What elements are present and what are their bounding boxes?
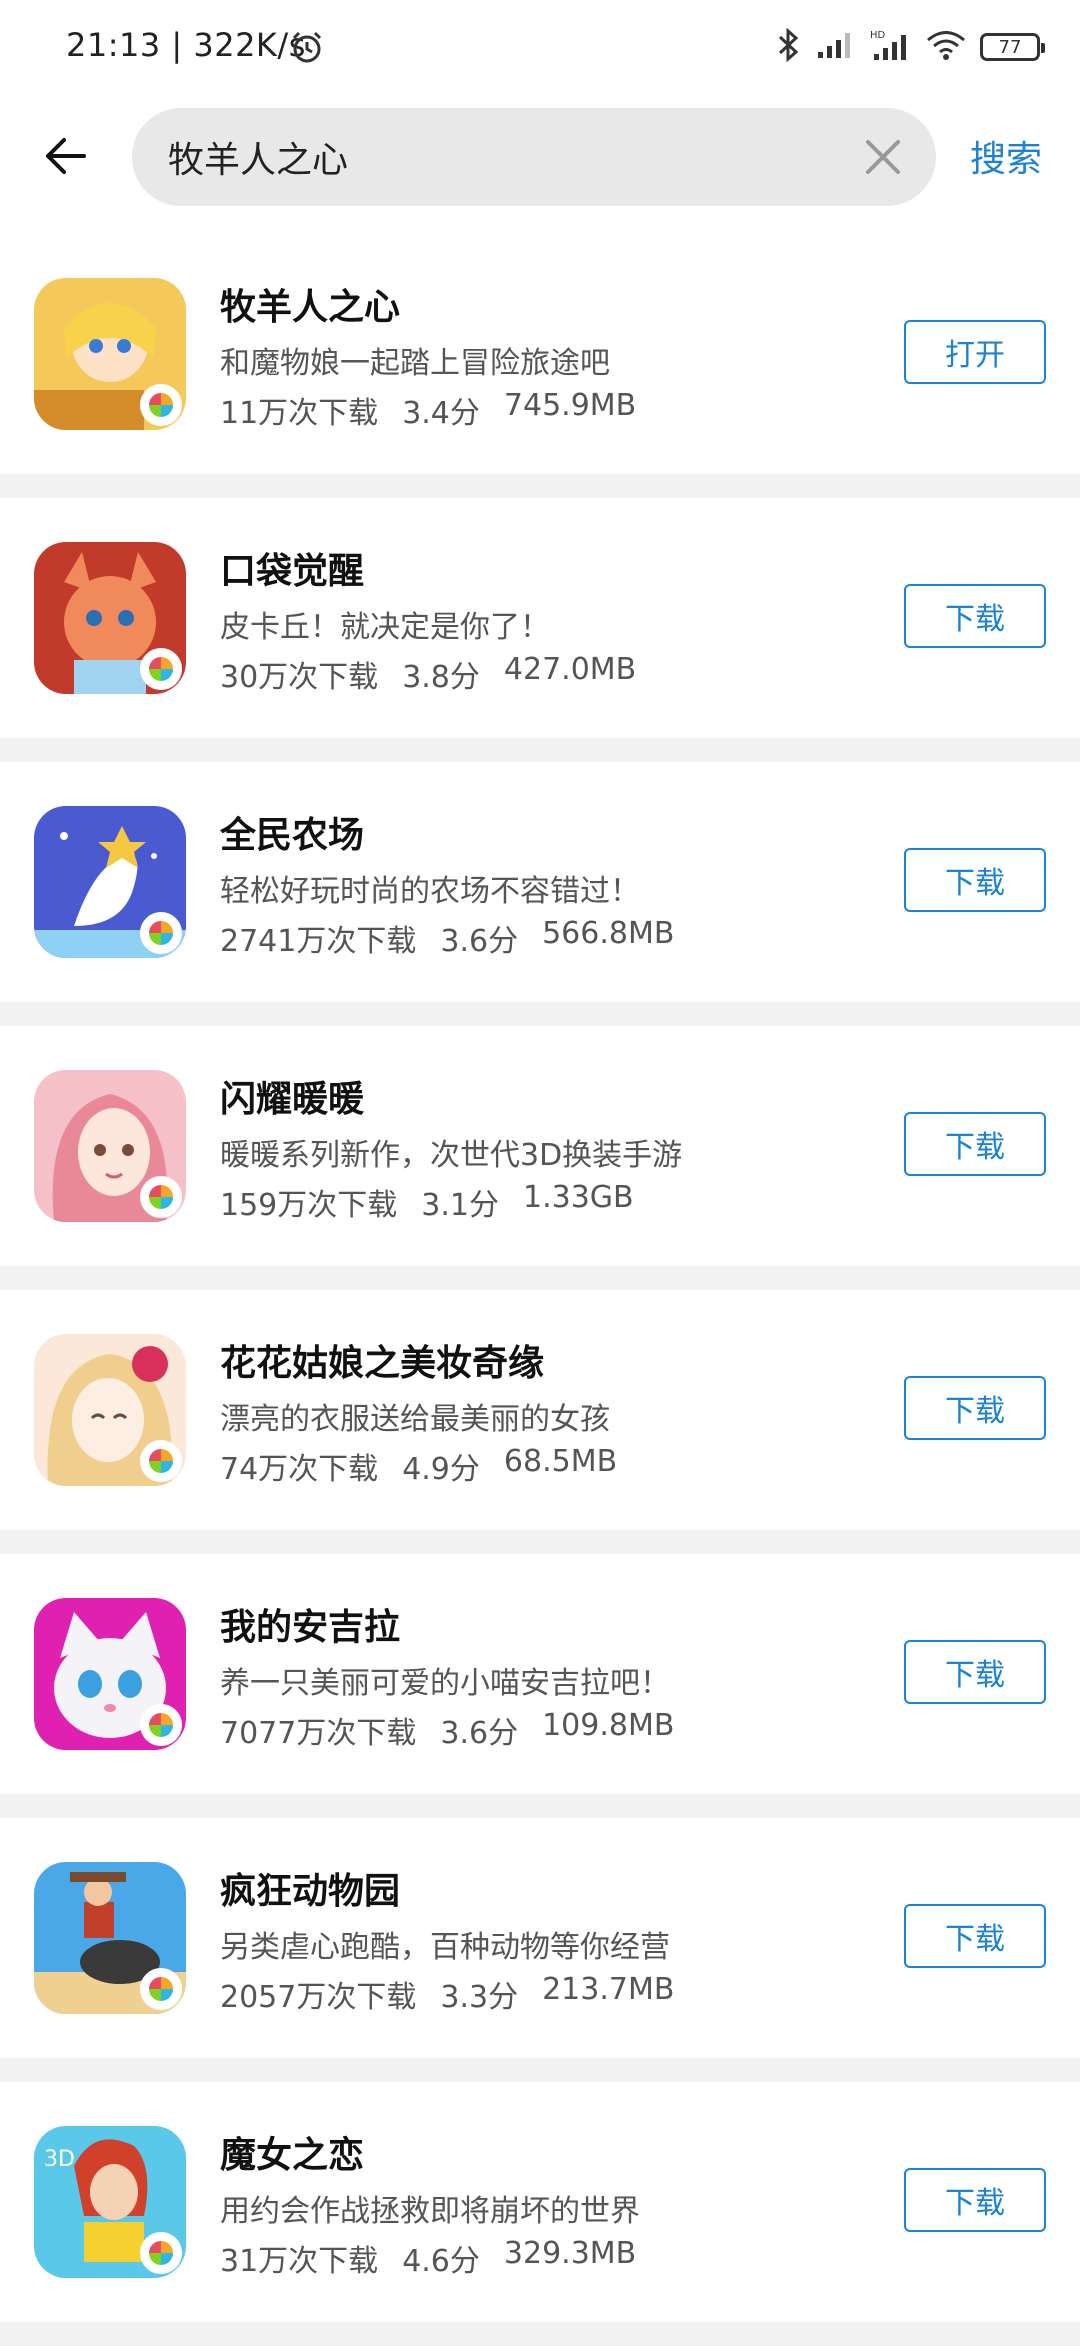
wifi-icon [926, 29, 966, 65]
app-description: 轻松好玩时尚的农场不容错过！ [220, 874, 640, 909]
rating: 3.6分 [440, 924, 519, 959]
search-header: 搜索 [0, 100, 1080, 234]
svg-text:HD: HD [870, 30, 886, 41]
status-time: 21:13 | 322K/s [66, 26, 306, 64]
app-list: 牧羊人之心 和魔物娘一起踏上冒险旅途吧 11万次下载 3.4分 745.9MB … [0, 234, 1080, 2346]
download-button[interactable]: 下载 [904, 848, 1046, 912]
app-meta: 159万次下载 3.1分 1.33GB [220, 1180, 634, 1224]
app-icon[interactable] [34, 806, 186, 958]
rating: 3.6分 [440, 1716, 519, 1751]
download-button[interactable]: 下载 [904, 1376, 1046, 1440]
download-count: 2057万次下载 [220, 1980, 417, 2015]
list-item[interactable]: 闪耀暖暖 暖暖系列新作，次世代3D换装手游 159万次下载 3.1分 1.33G… [0, 1026, 1080, 1266]
app-description: 漂亮的衣服送给最美丽的女孩 [220, 1402, 610, 1437]
download-button[interactable]: 下载 [904, 1112, 1046, 1176]
app-meta: 30万次下载 3.8分 427.0MB [220, 652, 636, 696]
app-meta: 31万次下载 4.6分 329.3MB [220, 2236, 636, 2280]
download-button[interactable]: 下载 [904, 1640, 1046, 1704]
status-bar: 21:13 | 322K/s HD 77 [0, 0, 1080, 100]
app-size: 427.0MB [503, 652, 637, 687]
list-item[interactable]: 花花姑娘之美妆奇缘 漂亮的衣服送给最美丽的女孩 74万次下载 4.9分 68.5… [0, 1290, 1080, 1530]
list-item[interactable]: 全民农场 轻松好玩时尚的农场不容错过！ 2741万次下载 3.6分 566.8M… [0, 762, 1080, 1002]
status-icons: HD 77 [776, 27, 1045, 66]
search-input[interactable] [168, 108, 848, 206]
app-name: 牧羊人之心 [220, 287, 401, 328]
rating: 3.1分 [421, 1188, 499, 1223]
app-size: 329.3MB [503, 2236, 637, 2271]
app-name: 全民农场 [220, 815, 365, 856]
download-count: 2741万次下载 [220, 924, 417, 959]
download-button[interactable]: 下载 [904, 1904, 1046, 1968]
app-name: 疯狂动物园 [220, 1871, 401, 1912]
rating: 3.4分 [402, 396, 480, 431]
app-meta: 2741万次下载 3.6分 566.8MB [220, 916, 674, 960]
app-description: 另类虐心跑酷，百种动物等你经营 [220, 1930, 670, 1965]
svg-text:3D: 3D [44, 2147, 75, 2172]
hd-signal-icon: HD [870, 28, 912, 66]
back-arrow-icon[interactable] [40, 130, 92, 182]
download-count: 7077万次下载 [220, 1716, 417, 1751]
app-description: 皮卡丘！就决定是你了！ [220, 610, 550, 645]
app-size: 1.33GB [522, 1180, 634, 1215]
game-center-badge-icon [140, 2232, 182, 2274]
game-center-badge-icon [140, 384, 182, 426]
clear-icon[interactable] [864, 138, 902, 176]
app-name: 花花姑娘之美妆奇缘 [220, 1343, 545, 1384]
signal-icon [816, 30, 856, 64]
app-meta: 74万次下载 4.9分 68.5MB [220, 1444, 617, 1488]
download-count: 159万次下载 [220, 1188, 398, 1223]
download-button[interactable]: 下载 [904, 584, 1046, 648]
download-count: 11万次下载 [220, 396, 379, 431]
battery-icon: 77 [980, 33, 1045, 61]
bluetooth-icon [776, 27, 802, 66]
game-center-badge-icon [140, 1968, 182, 2010]
game-center-badge-icon [140, 1176, 182, 1218]
app-name: 口袋觉醒 [220, 551, 365, 592]
app-size: 745.9MB [503, 388, 637, 423]
app-icon[interactable]: 3D [34, 2126, 186, 2278]
app-icon[interactable] [34, 542, 186, 694]
list-item[interactable]: 疯狂动物园 另类虐心跑酷，百种动物等你经营 2057万次下载 3.3分 213.… [0, 1818, 1080, 2058]
app-name: 我的安吉拉 [220, 1607, 401, 1648]
download-count: 74万次下载 [220, 1452, 379, 1487]
app-meta: 7077万次下载 3.6分 109.8MB [220, 1708, 674, 1752]
list-item[interactable]: 口袋觉醒 皮卡丘！就决定是你了！ 30万次下载 3.8分 427.0MB 下载 [0, 498, 1080, 738]
open-button[interactable]: 打开 [904, 320, 1046, 384]
app-description: 暖暖系列新作，次世代3D换装手游 [220, 1138, 683, 1173]
list-item[interactable]: 牧羊人之心 和魔物娘一起踏上冒险旅途吧 11万次下载 3.4分 745.9MB … [0, 234, 1080, 474]
app-icon[interactable] [34, 1598, 186, 1750]
list-item[interactable]: 3D 魔女之恋 用约会作战拯救即将崩坏的世界 31万次下载 4.6分 329.3… [0, 2082, 1080, 2322]
download-count: 31万次下载 [220, 2244, 379, 2279]
app-description: 养一只美丽可爱的小喵安吉拉吧！ [220, 1666, 670, 1701]
game-center-badge-icon [140, 648, 182, 690]
app-meta: 2057万次下载 3.3分 213.7MB [220, 1972, 674, 2016]
list-item[interactable]: 我的安吉拉 养一只美丽可爱的小喵安吉拉吧！ 7077万次下载 3.6分 109.… [0, 1554, 1080, 1794]
game-center-badge-icon [140, 912, 182, 954]
game-center-badge-icon [140, 1704, 182, 1746]
app-meta: 11万次下载 3.4分 745.9MB [220, 388, 636, 432]
app-description: 用约会作战拯救即将崩坏的世界 [220, 2194, 640, 2229]
app-name: 闪耀暖暖 [220, 1079, 365, 1120]
rating: 4.6分 [402, 2244, 480, 2279]
download-button[interactable]: 下载 [904, 2168, 1046, 2232]
rating: 4.9分 [402, 1452, 480, 1487]
rating: 3.3分 [440, 1980, 519, 2015]
app-size: 68.5MB [503, 1444, 618, 1479]
app-icon[interactable] [34, 278, 186, 430]
rating: 3.8分 [402, 660, 480, 695]
app-icon[interactable] [34, 1334, 186, 1486]
app-name: 魔女之恋 [220, 2135, 365, 2176]
alarm-icon [290, 30, 324, 68]
app-description: 和魔物娘一起踏上冒险旅途吧 [220, 346, 610, 381]
app-icon[interactable] [34, 1862, 186, 2014]
app-size: 566.8MB [542, 916, 675, 951]
app-size: 213.7MB [542, 1972, 675, 2007]
app-size: 109.8MB [542, 1708, 675, 1743]
game-center-badge-icon [140, 1440, 182, 1482]
download-count: 30万次下载 [220, 660, 379, 695]
app-icon[interactable] [34, 1070, 186, 1222]
search-box[interactable] [132, 108, 936, 206]
search-button[interactable]: 搜索 [970, 130, 1042, 182]
